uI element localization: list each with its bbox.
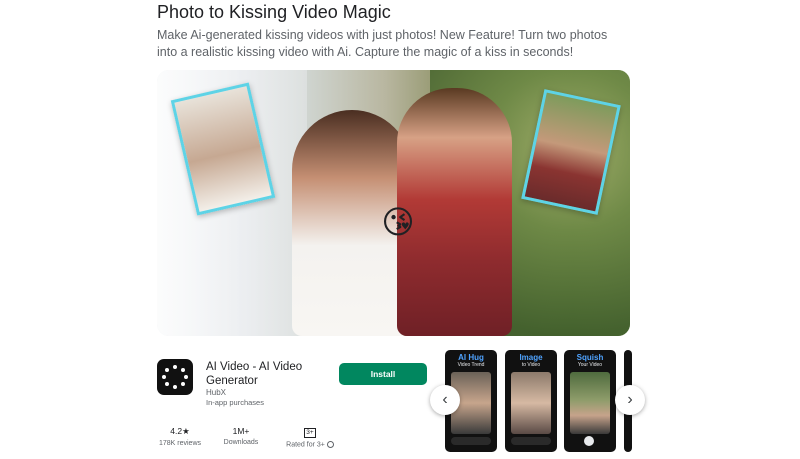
content-rating-label: Rated for 3+ bbox=[286, 441, 325, 449]
rating-value: 4.2★ bbox=[170, 426, 190, 436]
screenshot-title: Squish bbox=[576, 353, 604, 362]
screenshot-toolbar bbox=[511, 437, 551, 445]
rating-label: 178K reviews bbox=[158, 440, 202, 447]
screenshot-thumbnail[interactable]: Squish Your Video bbox=[564, 350, 616, 452]
promo-headline: Photo to Kissing Video Magic bbox=[157, 2, 391, 22]
screenshot-photo bbox=[511, 372, 551, 434]
content-rating-badge: 3+ bbox=[304, 428, 316, 438]
record-button-icon bbox=[584, 436, 594, 446]
screenshot-thumbnail[interactable]: Image to Video bbox=[505, 350, 557, 452]
screenshot-subtitle: to Video bbox=[521, 362, 541, 368]
kiss-emoji-icon: 😘 bbox=[381, 204, 415, 240]
downloads-label: Downloads bbox=[223, 439, 259, 446]
app-name[interactable]: AI Video - AI Video Generator bbox=[206, 360, 331, 388]
developer-name[interactable]: HubX bbox=[206, 388, 226, 397]
in-app-purchases-label: In-app purchases bbox=[206, 398, 264, 407]
screenshot-subtitle: Your Video bbox=[577, 362, 603, 368]
screenshot-toolbar bbox=[451, 437, 491, 445]
chevron-right-icon: › bbox=[627, 391, 633, 408]
screenshot-title: Image bbox=[519, 353, 543, 362]
screenshot-photo bbox=[570, 372, 610, 434]
promo-description: Make Ai-generated kissing videos with ju… bbox=[157, 28, 608, 59]
scroll-right-button[interactable]: › bbox=[615, 385, 645, 415]
content-rating-stat: 3+ Rated for 3+ bbox=[282, 426, 338, 448]
promo-hero-image[interactable]: 😘 bbox=[157, 70, 630, 336]
info-icon[interactable] bbox=[326, 441, 334, 448]
rating-stat: 4.2★ 178K reviews bbox=[157, 426, 203, 447]
scroll-left-button[interactable]: ‹ bbox=[430, 385, 460, 415]
install-button[interactable]: Install bbox=[339, 363, 427, 385]
app-icon[interactable] bbox=[157, 359, 193, 395]
downloads-stat: 1M+ Downloads bbox=[220, 426, 262, 446]
screenshot-subtitle: Video Trend bbox=[457, 362, 485, 368]
screenshot-title: AI Hug bbox=[458, 353, 484, 362]
downloads-value: 1M+ bbox=[232, 426, 250, 436]
chevron-left-icon: ‹ bbox=[442, 391, 448, 408]
